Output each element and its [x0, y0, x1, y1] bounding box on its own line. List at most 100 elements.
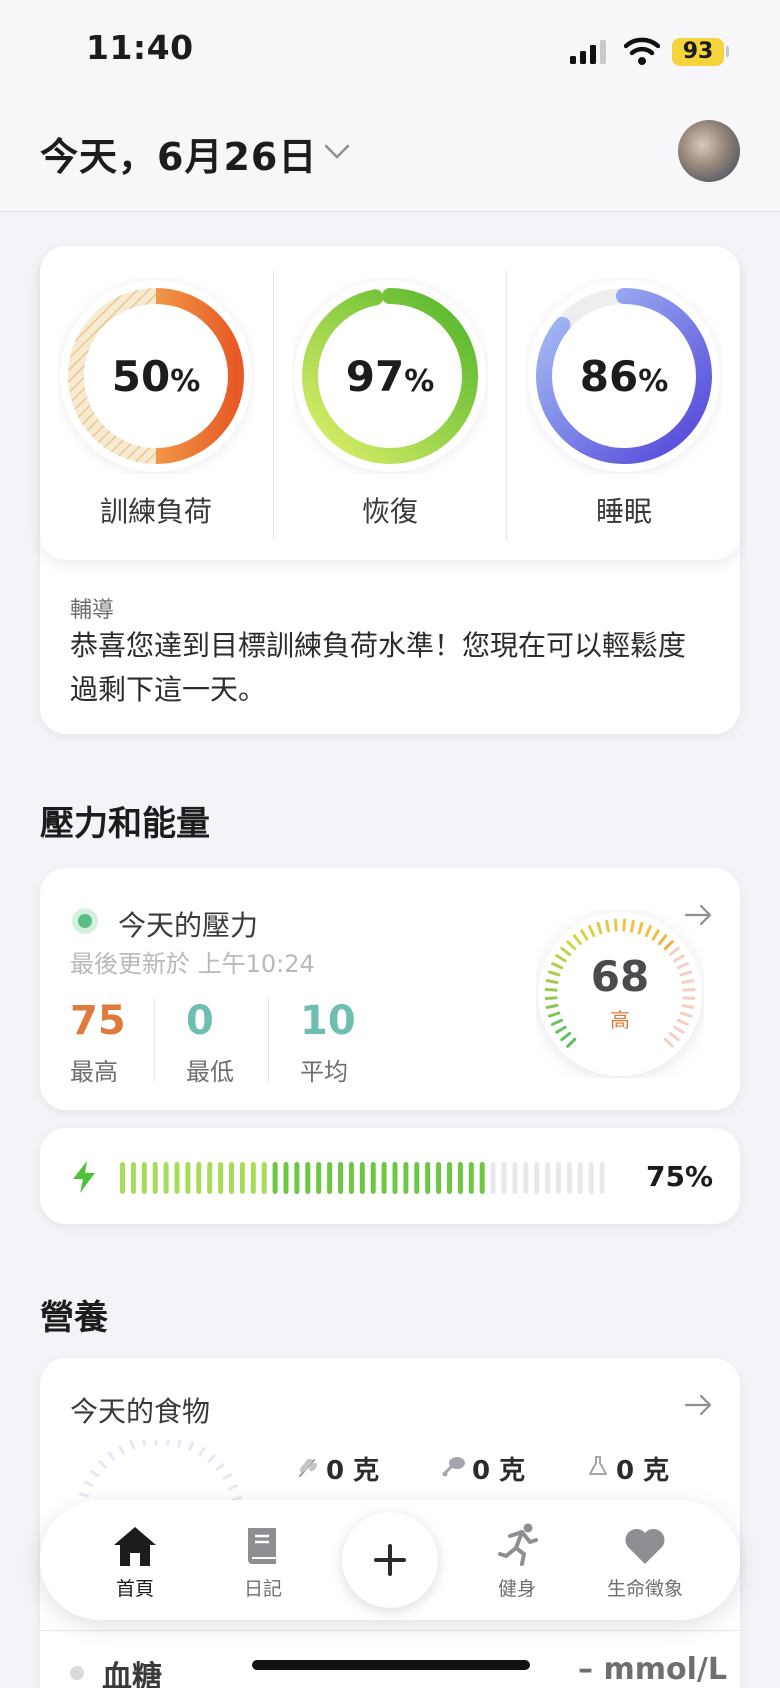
grain-icon: [299, 1458, 317, 1477]
energy-tick: [348, 1162, 354, 1194]
stress-section-title: 壓力和能量: [40, 804, 210, 844]
running-icon[interactable]: [496, 1522, 542, 1566]
energy-tick: [512, 1162, 518, 1194]
tab-diary[interactable]: 日記: [208, 1574, 318, 1601]
meat-icon: [442, 1457, 465, 1477]
energy-tick: [130, 1162, 136, 1194]
energy-tick: [501, 1162, 507, 1194]
nutrition-section-title: 營養: [40, 1298, 108, 1338]
energy-tick: [218, 1162, 224, 1194]
stress-min-label: 最低: [186, 1058, 234, 1086]
energy-tick: [261, 1162, 267, 1194]
energy-tick: [545, 1162, 551, 1194]
wifi-icon: [624, 37, 660, 65]
stress-gauge-level: 高: [610, 1008, 630, 1032]
energy-tick: [239, 1162, 245, 1194]
stress-gauge-value: 68: [590, 952, 650, 1001]
fat-value: 0 克: [616, 1456, 670, 1486]
energy-tick: [272, 1162, 278, 1194]
energy-tick: [152, 1162, 158, 1194]
lightning-bolt-icon: [73, 1161, 95, 1193]
flask-icon: [589, 1456, 607, 1475]
home-indicator: [252, 1660, 530, 1670]
energy-percent: 75%: [646, 1160, 714, 1193]
energy-tick: [588, 1162, 594, 1194]
gauge-tick: [605, 919, 610, 933]
chevron-down-icon[interactable]: [322, 140, 352, 164]
arrow-right-icon[interactable]: [684, 1394, 714, 1416]
training-load-label: 訓練負荷: [99, 495, 212, 528]
home-icon[interactable]: [112, 1524, 158, 1568]
stress-min-value: 0: [186, 998, 214, 1044]
energy-tick: [599, 1162, 605, 1194]
energy-tick: [468, 1162, 474, 1194]
add-button[interactable]: [342, 1512, 438, 1608]
energy-bar: [120, 1162, 605, 1194]
stat-divider: [268, 998, 269, 1082]
stat-divider: [154, 998, 155, 1082]
energy-tick: [425, 1162, 431, 1194]
energy-tick: [479, 1162, 485, 1194]
energy-tick: [120, 1162, 125, 1194]
stress-status-dot: [72, 908, 98, 934]
gauge-tick: [545, 1004, 559, 1009]
heart-icon[interactable]: [622, 1524, 668, 1568]
energy-tick: [250, 1162, 256, 1194]
coaching-text: 恭喜您達到目標訓練負荷水準！您現在可以輕鬆度過剩下這一天。: [70, 629, 687, 706]
glucose-label: 血糖: [102, 1660, 162, 1688]
ring-divider: [273, 270, 274, 540]
sleep-value: 86%: [579, 352, 669, 401]
stress-card-title: 今天的壓力: [118, 909, 259, 942]
gauge-tick: [630, 919, 635, 933]
energy-tick: [457, 1162, 463, 1194]
energy-tick: [316, 1162, 322, 1194]
glucose-value: – mmol/L: [578, 1652, 727, 1687]
avatar[interactable]: [678, 120, 740, 182]
gauge-tick: [682, 996, 696, 1000]
energy-tick: [174, 1162, 180, 1194]
cellular-signal-icon: [570, 40, 606, 64]
date-title[interactable]: 今天，6月26日: [40, 126, 317, 181]
energy-tick: [556, 1162, 561, 1194]
battery-indicator: 93: [672, 38, 724, 66]
battery-cap: [726, 46, 729, 57]
protein-value: 0 克: [472, 1456, 526, 1486]
energy-tick: [327, 1162, 333, 1194]
energy-tick: [436, 1162, 442, 1194]
tab-home[interactable]: 首頁: [80, 1574, 190, 1601]
gauge-tick: [614, 918, 618, 932]
energy-tick: [490, 1162, 496, 1194]
energy-tick: [163, 1162, 169, 1194]
glucose-status-dot: [70, 1666, 84, 1680]
carbs-value: 0 克: [326, 1456, 380, 1486]
gauge-tick: [681, 979, 695, 984]
energy-tick: [359, 1162, 365, 1194]
energy-tick: [141, 1162, 147, 1194]
energy-tick: [370, 1162, 376, 1194]
gauge-tick: [622, 918, 626, 932]
energy-tick: [414, 1162, 420, 1194]
energy-tick: [338, 1162, 343, 1194]
stress-max-label: 最高: [70, 1058, 118, 1086]
energy-tick: [283, 1162, 289, 1194]
energy-tick: [534, 1162, 540, 1194]
food-card-title: 今天的食物: [70, 1395, 211, 1428]
energy-tick: [523, 1162, 529, 1194]
energy-tick: [196, 1162, 202, 1194]
gauge-tick: [545, 979, 559, 984]
energy-tick: [381, 1162, 387, 1194]
status-time: 11:40: [86, 28, 194, 67]
energy-tick: [392, 1162, 398, 1194]
energy-tick: [294, 1162, 300, 1194]
energy-tick: [447, 1162, 452, 1194]
tab-fitness[interactable]: 健身: [462, 1574, 572, 1601]
tab-vitals[interactable]: 生命徵象: [590, 1574, 700, 1601]
energy-tick: [207, 1162, 213, 1194]
gauge-tick: [681, 1004, 695, 1009]
coaching-heading: 輔導: [70, 598, 115, 623]
book-icon[interactable]: [240, 1524, 286, 1568]
gauge-tick: [682, 988, 696, 992]
stress-avg-value: 10: [300, 998, 356, 1044]
recovery-label: 恢復: [361, 495, 418, 528]
stress-updated-time: 最後更新於 上午10:24: [70, 950, 315, 978]
